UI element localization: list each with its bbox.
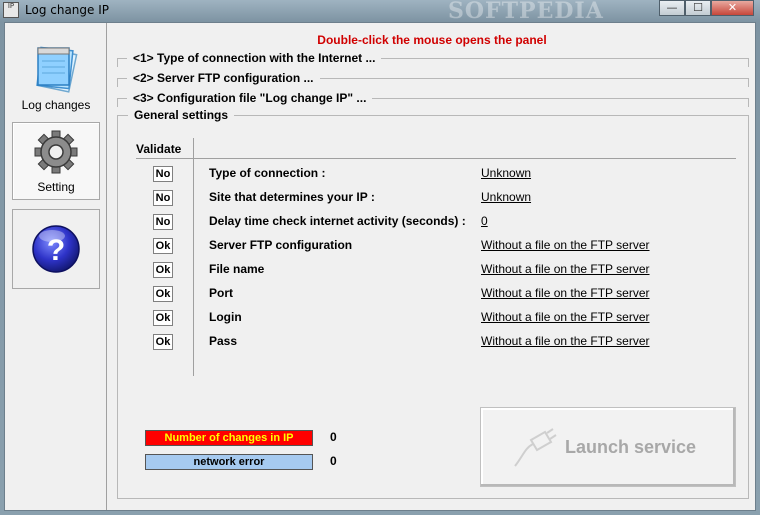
- sidebar-item-log-changes[interactable]: Log changes: [12, 39, 100, 117]
- row-value-link[interactable]: Without a file on the FTP server: [481, 334, 650, 348]
- row-label: Port: [209, 286, 233, 300]
- table-row: Ok Login Without a file on the FTP serve…: [118, 308, 750, 328]
- row-label: Pass: [209, 334, 238, 348]
- row-label: File name: [209, 262, 265, 276]
- status-badge: Ok: [153, 310, 173, 326]
- main-panel: Double-click the mouse opens the panel <…: [109, 23, 755, 510]
- section-title: <2> Server FTP configuration ...: [127, 71, 320, 85]
- minimize-button[interactable]: —: [659, 0, 685, 16]
- client-area: Log changes Setting ? Double-click the m…: [4, 22, 756, 511]
- table-row: Ok File name Without a file on the FTP s…: [118, 260, 750, 280]
- help-icon: ?: [32, 225, 80, 273]
- app-icon[interactable]: IP: [3, 2, 19, 18]
- header-divider: [136, 158, 736, 159]
- ip-changes-count: 0: [330, 430, 337, 444]
- maximize-button[interactable]: ☐: [685, 0, 711, 16]
- network-error-count: 0: [330, 454, 337, 468]
- status-badge: No: [153, 190, 173, 206]
- sidebar: Log changes Setting ?: [5, 23, 107, 510]
- table-row: No Site that determines your IP : Unknow…: [118, 188, 750, 208]
- instruction-banner: Double-click the mouse opens the panel: [317, 33, 547, 47]
- status-badge: Ok: [153, 262, 173, 278]
- window-controls: — ☐ ✕: [659, 0, 754, 17]
- row-label: Login: [209, 310, 242, 324]
- row-value-link[interactable]: Without a file on the FTP server: [481, 310, 650, 324]
- sidebar-item-help[interactable]: ?: [12, 209, 100, 289]
- watermark: SOFTPEDIA: [448, 0, 604, 24]
- window-title: Log change IP: [25, 3, 109, 17]
- status-badge: Ok: [153, 238, 173, 254]
- table-row: No Delay time check internet activity (s…: [118, 212, 750, 232]
- app-window: IP Log change IP SOFTPEDIA — ☐ ✕ Log cha…: [0, 0, 760, 515]
- row-label: Site that determines your IP :: [209, 190, 375, 204]
- network-error-label: network error: [145, 454, 313, 470]
- row-label: Server FTP configuration: [209, 238, 353, 252]
- row-value-link[interactable]: Without a file on the FTP server: [481, 286, 650, 300]
- table-row: No Type of connection : Unknown: [118, 164, 750, 184]
- status-badge: Ok: [153, 286, 173, 302]
- launch-service-label: Launch service: [565, 437, 697, 457]
- status-badge: Ok: [153, 334, 173, 350]
- gear-icon: [34, 130, 78, 174]
- sidebar-item-setting[interactable]: Setting: [12, 122, 100, 200]
- launch-service-button[interactable]: Launch service: [480, 407, 736, 487]
- row-label: Delay time check internet activity (seco…: [209, 214, 466, 228]
- svg-text:?: ?: [47, 234, 65, 267]
- row-value-link[interactable]: Without a file on the FTP server: [481, 238, 650, 252]
- row-value-link[interactable]: Without a file on the FTP server: [481, 262, 650, 276]
- general-settings-group: General settings Validate No Type of con…: [117, 108, 750, 499]
- title-bar[interactable]: IP Log change IP SOFTPEDIA — ☐ ✕: [0, 0, 760, 24]
- plug-icon: [514, 428, 557, 467]
- row-value-link[interactable]: Unknown: [481, 190, 531, 204]
- section-title: <3> Configuration file "Log change IP" .…: [127, 91, 373, 105]
- row-value-link[interactable]: 0: [481, 214, 488, 228]
- group-title: General settings: [128, 108, 235, 122]
- validate-header: Validate: [136, 142, 182, 156]
- table-row: Ok Pass Without a file on the FTP server: [118, 332, 750, 352]
- sidebar-item-label: Setting: [37, 180, 75, 194]
- section-title: <1> Type of connection with the Internet…: [127, 51, 382, 65]
- status-badge: No: [153, 214, 173, 230]
- row-label: Type of connection :: [209, 166, 326, 180]
- sidebar-item-label: Log changes: [21, 98, 91, 112]
- row-value-link[interactable]: Unknown: [481, 166, 531, 180]
- table-row: Ok Server FTP configuration Without a fi…: [118, 236, 750, 256]
- notepad-icon: [36, 46, 78, 93]
- status-badge: No: [153, 166, 173, 182]
- table-row: Ok Port Without a file on the FTP server: [118, 284, 750, 304]
- ip-changes-label: Number of changes in IP: [145, 430, 313, 446]
- close-button[interactable]: ✕: [711, 0, 754, 16]
